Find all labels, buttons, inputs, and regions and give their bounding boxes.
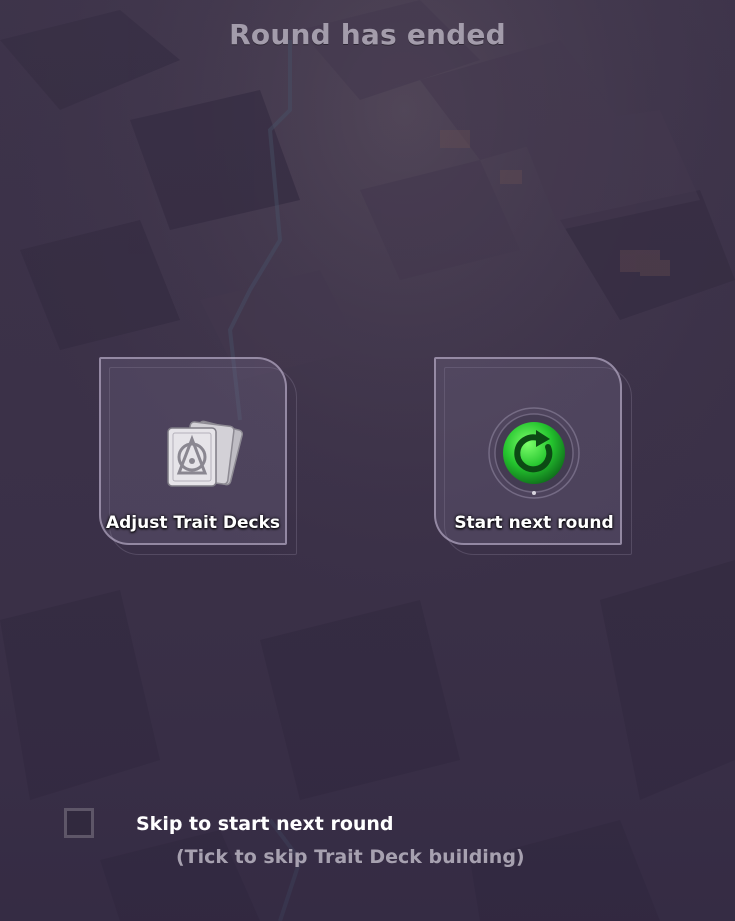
adjust-trait-decks-label: Adjust Trait Decks bbox=[105, 513, 281, 533]
start-next-round-button[interactable]: Start next round bbox=[434, 357, 632, 555]
skip-checkbox[interactable] bbox=[64, 808, 94, 838]
adjust-trait-decks-button[interactable]: Adjust Trait Decks bbox=[99, 357, 297, 555]
round-ended-title: Round has ended bbox=[229, 18, 506, 51]
restart-round-icon bbox=[484, 403, 584, 503]
trait-deck-cards-icon bbox=[163, 415, 244, 495]
skip-checkbox-label[interactable]: Skip to start next round bbox=[136, 813, 394, 835]
skip-hint-text: (Tick to skip Trait Deck building) bbox=[176, 846, 525, 868]
start-next-round-label: Start next round bbox=[454, 513, 614, 533]
